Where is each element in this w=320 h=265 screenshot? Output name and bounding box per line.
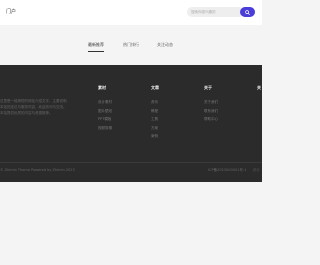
search-button[interactable] xyxy=(240,7,255,17)
search-icon xyxy=(245,9,250,15)
site-footer: 这里是一段简短的网站介绍文字，主要说明本站的定位与服务内容，欢迎访问与交流。本站… xyxy=(0,65,262,182)
site-logo[interactable]: 门户 xyxy=(6,8,16,15)
footer-column-materials: 素材 设计素材 图片壁纸 PPT模板 视频剪辑 xyxy=(98,85,112,134)
footer-link[interactable]: 方案 xyxy=(151,126,159,135)
footer-column-title: 关于 xyxy=(204,85,212,90)
content-tabs: 最新推荐 热门排行 关注动态 xyxy=(0,42,262,54)
footer-link[interactable]: 联系我们 xyxy=(204,109,218,118)
footer-link[interactable]: 关于我们 xyxy=(204,100,218,109)
tab-following[interactable]: 关注动态 xyxy=(157,42,173,48)
footer-link[interactable]: 帮助中心 xyxy=(204,117,218,126)
footer-icp-link[interactable]: ICP备2023000001号-1 xyxy=(208,168,246,173)
footer-about-text: 这里是一段简短的网站介绍文字，主要说明本站的定位与服务内容，欢迎访问与交流。本站… xyxy=(0,99,67,115)
footer-link[interactable]: 设计素材 xyxy=(98,100,112,109)
footer-divider xyxy=(0,162,262,163)
tab-popular[interactable]: 热门排行 xyxy=(123,42,139,48)
search-input[interactable] xyxy=(187,7,241,17)
footer-link[interactable]: 教程 xyxy=(151,109,159,118)
footer-link[interactable]: 资讯 xyxy=(151,100,159,109)
top-header: 门户 xyxy=(0,0,262,25)
footer-column-title: 素材 xyxy=(98,85,106,90)
footer-stats: 统计 xyxy=(253,168,260,172)
footer-link[interactable]: 案例 xyxy=(151,134,159,143)
footer-column-extra: 关 xyxy=(257,85,261,100)
footer-link[interactable]: 视频剪辑 xyxy=(98,126,112,135)
footer-link[interactable]: 工具 xyxy=(151,117,159,126)
footer-copyright: © Zhimin Theme Powered by Zhimin 2023 xyxy=(0,168,75,172)
footer-link[interactable]: 图片壁纸 xyxy=(98,109,112,118)
footer-column-about: 关于 关于我们 联系我们 帮助中心 xyxy=(204,85,218,126)
footer-column-articles: 文章 资讯 教程 工具 方案 案例 xyxy=(151,85,159,143)
search-bar xyxy=(187,7,255,17)
footer-column-title: 文章 xyxy=(151,85,159,90)
footer-column-title: 关 xyxy=(257,85,261,90)
footer-link[interactable]: PPT模板 xyxy=(98,117,112,126)
tab-latest[interactable]: 最新推荐 xyxy=(88,42,104,52)
